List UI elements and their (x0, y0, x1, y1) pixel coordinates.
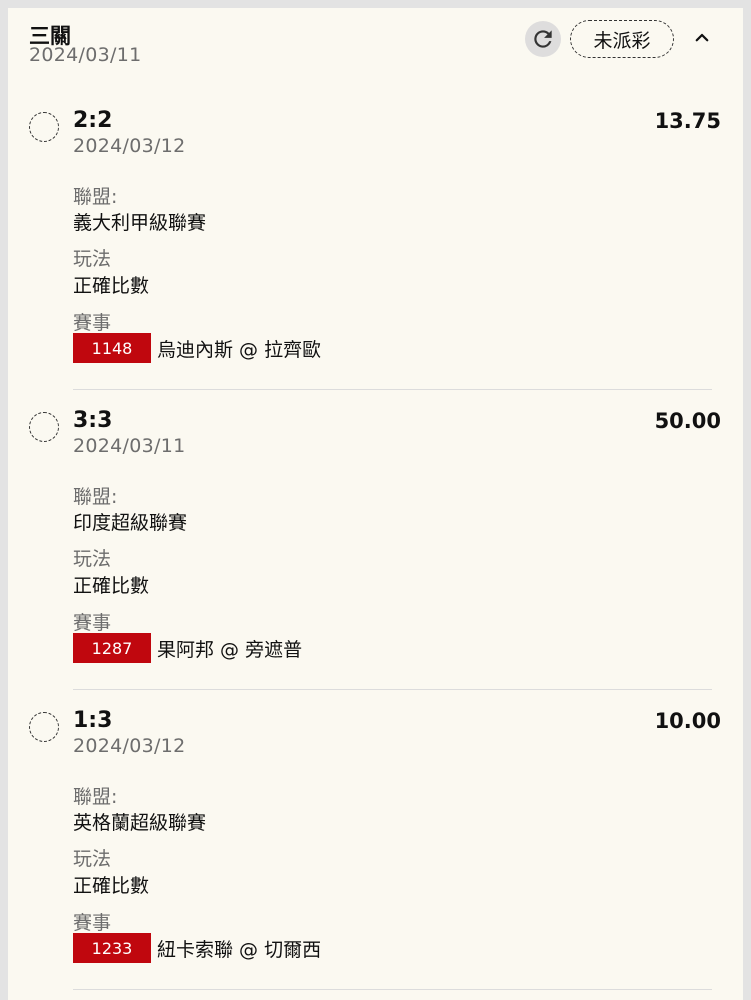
league-label: 聯盟: (73, 486, 118, 508)
divider (73, 389, 712, 390)
leg-score: 3:3 (73, 408, 113, 433)
match-label: 賽事 (73, 912, 112, 934)
pending-status-icon (29, 712, 59, 742)
leg-odds: 13.75 (654, 109, 721, 133)
leg-date: 2024/03/11 (73, 435, 186, 457)
play-value: 正確比數 (73, 875, 150, 897)
league-value: 英格蘭超級聯賽 (73, 812, 207, 834)
match-info: 1233 紐卡索聯 @ 切爾西 (73, 933, 321, 963)
play-label: 玩法 (73, 548, 112, 570)
pending-status-icon (29, 412, 59, 442)
divider (73, 989, 712, 990)
bet-leg: 1:3 10.00 2024/03/12 聯盟: 英格蘭超級聯賽 玩法 正確比數… (8, 700, 743, 1000)
collapse-button[interactable] (688, 24, 716, 52)
leg-date: 2024/03/12 (73, 735, 186, 757)
league-label: 聯盟: (73, 786, 118, 808)
match-number-badge: 1148 (73, 333, 151, 363)
leg-date: 2024/03/12 (73, 135, 186, 157)
league-label: 聯盟: (73, 186, 118, 208)
match-info: 1148 烏迪內斯 @ 拉齊歐 (73, 333, 321, 363)
refresh-icon (534, 30, 552, 48)
leg-odds: 50.00 (654, 409, 721, 433)
pending-status-icon (29, 112, 59, 142)
play-label: 玩法 (73, 848, 112, 870)
divider (73, 689, 712, 690)
bet-leg: 2:2 13.75 2024/03/12 聯盟: 義大利甲級聯賽 玩法 正確比數… (8, 100, 743, 400)
match-teams: 果阿邦 @ 旁遮普 (157, 638, 303, 661)
play-label: 玩法 (73, 248, 112, 270)
match-teams: 紐卡索聯 @ 切爾西 (157, 938, 322, 961)
leg-score: 2:2 (73, 108, 113, 133)
league-value: 義大利甲級聯賽 (73, 212, 207, 234)
bet-header: 三關 2024/03/11 未派彩 (8, 8, 743, 88)
league-value: 印度超級聯賽 (73, 512, 188, 534)
bet-date: 2024/03/11 (29, 44, 142, 66)
status-badge: 未派彩 (570, 20, 674, 58)
play-value: 正確比數 (73, 575, 150, 597)
match-number-badge: 1287 (73, 633, 151, 663)
match-label: 賽事 (73, 612, 112, 634)
refresh-button[interactable] (525, 21, 561, 57)
match-info: 1287 果阿邦 @ 旁遮普 (73, 633, 302, 663)
match-label: 賽事 (73, 312, 112, 334)
leg-odds: 10.00 (654, 709, 721, 733)
match-number-badge: 1233 (73, 933, 151, 963)
play-value: 正確比數 (73, 275, 150, 297)
bet-legs-list: 2:2 13.75 2024/03/12 聯盟: 義大利甲級聯賽 玩法 正確比數… (8, 100, 743, 1000)
chevron-up-icon (695, 33, 709, 42)
bet-leg: 3:3 50.00 2024/03/11 聯盟: 印度超級聯賽 玩法 正確比數 … (8, 400, 743, 700)
leg-score: 1:3 (73, 708, 113, 733)
bet-slip-card: 三關 2024/03/11 未派彩 2:2 13.75 2024/03/12 聯… (8, 8, 743, 1000)
match-teams: 烏迪內斯 @ 拉齊歐 (157, 338, 322, 361)
